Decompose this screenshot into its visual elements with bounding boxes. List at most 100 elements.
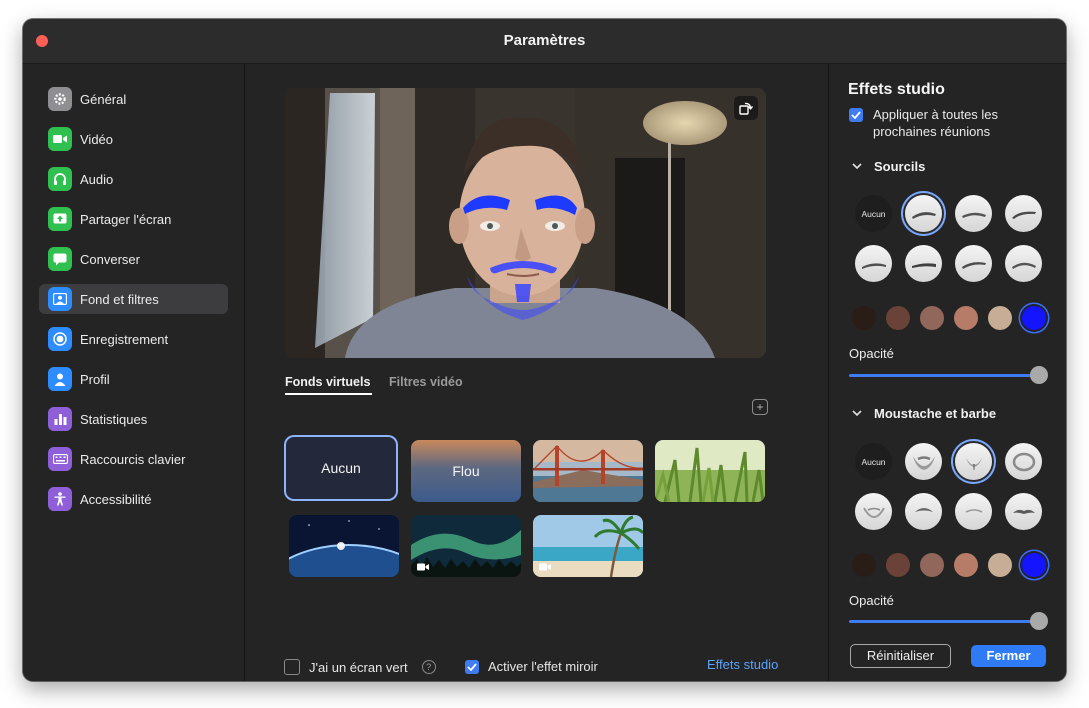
eyebrow-option[interactable] — [955, 195, 992, 232]
share-screen-icon — [48, 207, 72, 231]
eyebrow-opacity-label: Opacité — [849, 346, 894, 361]
camera-preview-image — [285, 88, 766, 358]
sidebar-item-recording[interactable]: Enregistrement — [39, 324, 228, 354]
sidebar-item-accessibility[interactable]: Accessibilité — [39, 484, 228, 514]
beard-color-swatch[interactable] — [852, 553, 876, 577]
eyebrow-shape-icon — [1011, 262, 1036, 269]
beard-color-swatch[interactable] — [886, 553, 910, 577]
beard-opacity-slider-thumb[interactable] — [1030, 612, 1048, 630]
sidebar-item-background-filters[interactable]: Fond et filtres — [39, 284, 228, 314]
beard-color-swatch-selected[interactable] — [1022, 553, 1046, 577]
panel-footer: Réinitialiser Fermer — [829, 633, 1066, 681]
rotate-camera-button[interactable] — [734, 96, 758, 120]
video-camera-icon — [539, 563, 551, 571]
beard-option[interactable] — [855, 493, 892, 530]
plus-icon: + — [756, 400, 764, 414]
eyebrow-color-swatch-selected[interactable] — [1022, 306, 1046, 330]
beard-shape-icon — [914, 507, 933, 512]
eyebrow-option[interactable] — [955, 245, 992, 282]
beard-option[interactable] — [905, 493, 942, 530]
add-background-button[interactable]: + — [752, 399, 768, 415]
apply-all-label: Appliquer à toutes les prochaines réunio… — [873, 107, 999, 139]
beard-section-header[interactable]: Moustache et barbe — [852, 406, 996, 421]
beard-opacity-slider[interactable] — [849, 620, 1039, 623]
beard-color-swatch[interactable] — [988, 553, 1012, 577]
beard-shape-icon — [1012, 452, 1035, 471]
green-screen-label: J'ai un écran vert — [309, 659, 408, 675]
sidebar-item-share-screen[interactable]: Partager l'écran — [39, 204, 228, 234]
sidebar-item-statistics[interactable]: Statistiques — [39, 404, 228, 434]
eyebrow-color-swatch[interactable] — [988, 306, 1012, 330]
accessibility-icon — [48, 487, 72, 511]
beard-option[interactable] — [955, 493, 992, 530]
sidebar-item-general[interactable]: Général — [39, 84, 228, 114]
beard-color-swatch[interactable] — [954, 553, 978, 577]
eyebrow-option[interactable] — [855, 245, 892, 282]
green-screen-checkbox[interactable] — [284, 659, 300, 675]
chat-bubble-icon — [48, 247, 72, 271]
background-thumb-none[interactable]: Aucun — [286, 437, 396, 499]
background-thumb-aurora[interactable] — [411, 515, 521, 577]
eyebrow-color-swatch[interactable] — [954, 306, 978, 330]
background-thumb-blur[interactable]: Flou — [411, 440, 521, 502]
person-icon — [48, 367, 72, 391]
sidebar-item-label: Converser — [80, 251, 140, 267]
help-icon[interactable]: ? — [421, 660, 436, 674]
beard-option[interactable] — [1005, 493, 1042, 530]
main-panel: Fonds virtuels Filtres vidéo + Aucun Flo… — [245, 64, 827, 681]
tab-video-filters[interactable]: Filtres vidéo — [389, 375, 463, 389]
beard-color-swatch[interactable] — [920, 553, 944, 577]
sidebar-item-label: Général — [80, 91, 127, 107]
close-button[interactable]: Fermer — [971, 645, 1046, 667]
eyebrow-color-swatch[interactable] — [886, 306, 910, 330]
sidebar-item-audio[interactable]: Audio — [39, 164, 228, 194]
apply-all-checkbox[interactable] — [849, 108, 863, 122]
beard-none-label: Aucun — [861, 456, 886, 467]
mirror-option[interactable]: Activer l'effet miroir — [465, 659, 598, 674]
sidebar-item-video[interactable]: Vidéo — [39, 124, 228, 154]
background-thumb-grass[interactable] — [655, 440, 765, 502]
beard-shape-icon — [862, 506, 885, 518]
eyebrow-option-none[interactable]: Aucun — [855, 195, 892, 232]
eyebrows-section-header[interactable]: Sourcils — [852, 159, 925, 174]
eyebrow-option[interactable] — [905, 245, 942, 282]
background-person-icon — [48, 287, 72, 311]
sidebar-item-profile[interactable]: Profil — [39, 364, 228, 394]
eyebrow-color-swatch[interactable] — [920, 306, 944, 330]
eyebrow-option[interactable] — [1005, 195, 1042, 232]
reset-button[interactable]: Réinitialiser — [850, 644, 951, 668]
beard-option-none[interactable]: Aucun — [855, 443, 892, 480]
studio-effects-panel: Effets studio Appliquer à toutes les pro… — [828, 64, 1066, 681]
background-thumb-beach[interactable] — [533, 515, 643, 577]
settings-window: Paramètres Général Vidéo Audio Partager — [23, 19, 1066, 681]
beard-option[interactable] — [1005, 443, 1042, 480]
eyebrow-shape-icon — [911, 211, 936, 219]
background-thumb-earth[interactable] — [289, 515, 399, 577]
mirror-checkbox[interactable] — [465, 659, 479, 674]
window-close-button[interactable] — [36, 35, 48, 47]
eyebrow-color-swatch[interactable] — [852, 306, 876, 330]
title-bar: Paramètres — [23, 19, 1066, 64]
eyebrow-opacity-slider-thumb[interactable] — [1030, 366, 1048, 384]
studio-effects-title: Effets studio — [848, 81, 945, 98]
background-thumb-golden-gate[interactable] — [533, 440, 643, 502]
beard-option[interactable] — [905, 443, 942, 480]
beard-option[interactable] — [955, 443, 992, 480]
eyebrow-option[interactable] — [1005, 245, 1042, 282]
green-screen-option[interactable]: J'ai un écran vert ? — [284, 659, 436, 675]
sidebar-item-label: Profil — [80, 371, 110, 387]
beard-opacity-label: Opacité — [849, 593, 894, 608]
window-title: Paramètres — [503, 32, 586, 49]
sidebar-item-label: Partager l'écran — [80, 211, 172, 227]
gear-icon — [48, 87, 72, 111]
sidebar-item-chat[interactable]: Converser — [39, 244, 228, 274]
eyebrow-opacity-slider[interactable] — [849, 374, 1039, 377]
checkmark-icon — [467, 662, 477, 671]
tab-virtual-backgrounds[interactable]: Fonds virtuels — [285, 375, 370, 389]
sidebar-item-keyboard-shortcuts[interactable]: Raccourcis clavier — [39, 444, 228, 474]
sidebar-item-label: Enregistrement — [80, 331, 169, 347]
studio-effects-link[interactable]: Effets studio — [707, 657, 778, 672]
eyebrow-option[interactable] — [905, 195, 942, 232]
beard-shape-icon — [1012, 509, 1035, 514]
sidebar-item-label: Vidéo — [80, 131, 114, 147]
